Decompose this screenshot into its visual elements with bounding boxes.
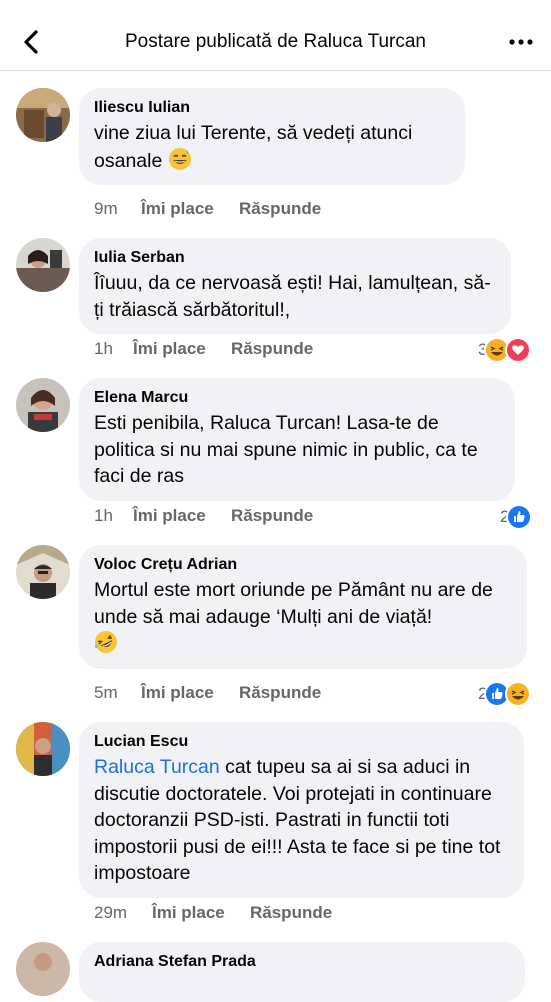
reaction-summary[interactable]: 2 [478,681,532,707]
avatar[interactable] [16,942,70,996]
comment-time[interactable]: 5m [94,683,141,703]
avatar[interactable] [16,545,70,599]
like-button[interactable]: Îmi place [141,683,239,703]
reply-button[interactable]: Răspunde [250,903,332,923]
comment-text: Esti penibila, Raluca Turcan! Lasa-te de… [94,412,478,487]
reaction-summary[interactable]: 2 [500,504,533,530]
comment-author[interactable]: Adriana Stefan Prada [94,952,509,971]
reply-button[interactable]: Răspunde [231,506,313,526]
like-reaction-icon [506,504,533,530]
rofl-emoji [94,630,118,654]
reply-button[interactable]: Răspunde [231,339,313,359]
reply-button[interactable]: Răspunde [239,199,321,219]
comment-time[interactable]: 9m [94,199,141,219]
comment-actions: 1h Îmi place Răspunde [94,506,313,526]
like-button[interactable]: Îmi place [141,199,239,219]
chevron-left-icon[interactable] [18,26,46,58]
comment-bubble[interactable]: Iliescu Iulian vine ziua lui Terente, să… [79,88,465,185]
comment-text: Îîuuu, da ce nervoasă ești! Hai, lamulțe… [94,272,491,321]
comment-actions: 5m Îmi place Răspunde [94,683,321,703]
like-button[interactable]: Îmi place [133,339,231,359]
avatar[interactable] [16,88,70,142]
comment-actions: 29m Îmi place Răspunde [94,903,332,923]
like-button[interactable]: Îmi place [133,506,231,526]
avatar[interactable] [16,722,70,776]
comment-bubble[interactable]: Iulia Serban Îîuuu, da ce nervoasă ești!… [79,238,511,334]
comment-text: vine ziua lui Terente, să vedeți atunci … [94,122,413,172]
like-button[interactable]: Îmi place [152,903,250,923]
comment-bubble[interactable]: Adriana Stefan Prada [79,942,525,1002]
top-bar: Postare publicată de Raluca Turcan [0,0,551,71]
comment-text: Raluca Turcan cat tupeu sa ai si sa aduc… [94,756,501,884]
avatar[interactable] [16,378,70,432]
comment-time[interactable]: 1h [94,506,133,526]
comment-bubble[interactable]: Elena Marcu Esti penibila, Raluca Turcan… [79,378,515,501]
comment-author[interactable]: Elena Marcu [94,388,499,407]
ellipsis-icon[interactable] [507,30,535,54]
page-title: Postare publicată de Raluca Turcan [124,31,426,52]
comment-actions: 1h Îmi place Răspunde [94,339,313,359]
reply-button[interactable]: Răspunde [239,683,321,703]
comment-author[interactable]: Iulia Serban [94,248,495,267]
comment-bubble[interactable]: Voloc Crețu Adrian Mortul este mort oriu… [79,545,527,669]
comment-author[interactable]: Iliescu Iulian [94,98,449,117]
love-reaction-icon [505,337,532,363]
comment-author[interactable]: Lucian Escu [94,732,508,751]
comment-author[interactable]: Voloc Crețu Adrian [94,555,511,574]
comment-time[interactable]: 1h [94,339,133,359]
comment-text: Mortul este mort oriunde pe Pământ nu ar… [94,577,511,658]
haha-reaction-icon [505,681,532,707]
comment-time[interactable]: 29m [94,903,152,923]
grinning-sweat-emoji [168,147,192,171]
mention-link[interactable]: Raluca Turcan [94,756,220,778]
avatar[interactable] [16,238,70,292]
reaction-summary[interactable]: 3 [478,337,532,363]
comment-actions: 9m Îmi place Răspunde [94,199,321,219]
comment-bubble[interactable]: Lucian Escu Raluca Turcan cat tupeu sa a… [79,722,524,898]
